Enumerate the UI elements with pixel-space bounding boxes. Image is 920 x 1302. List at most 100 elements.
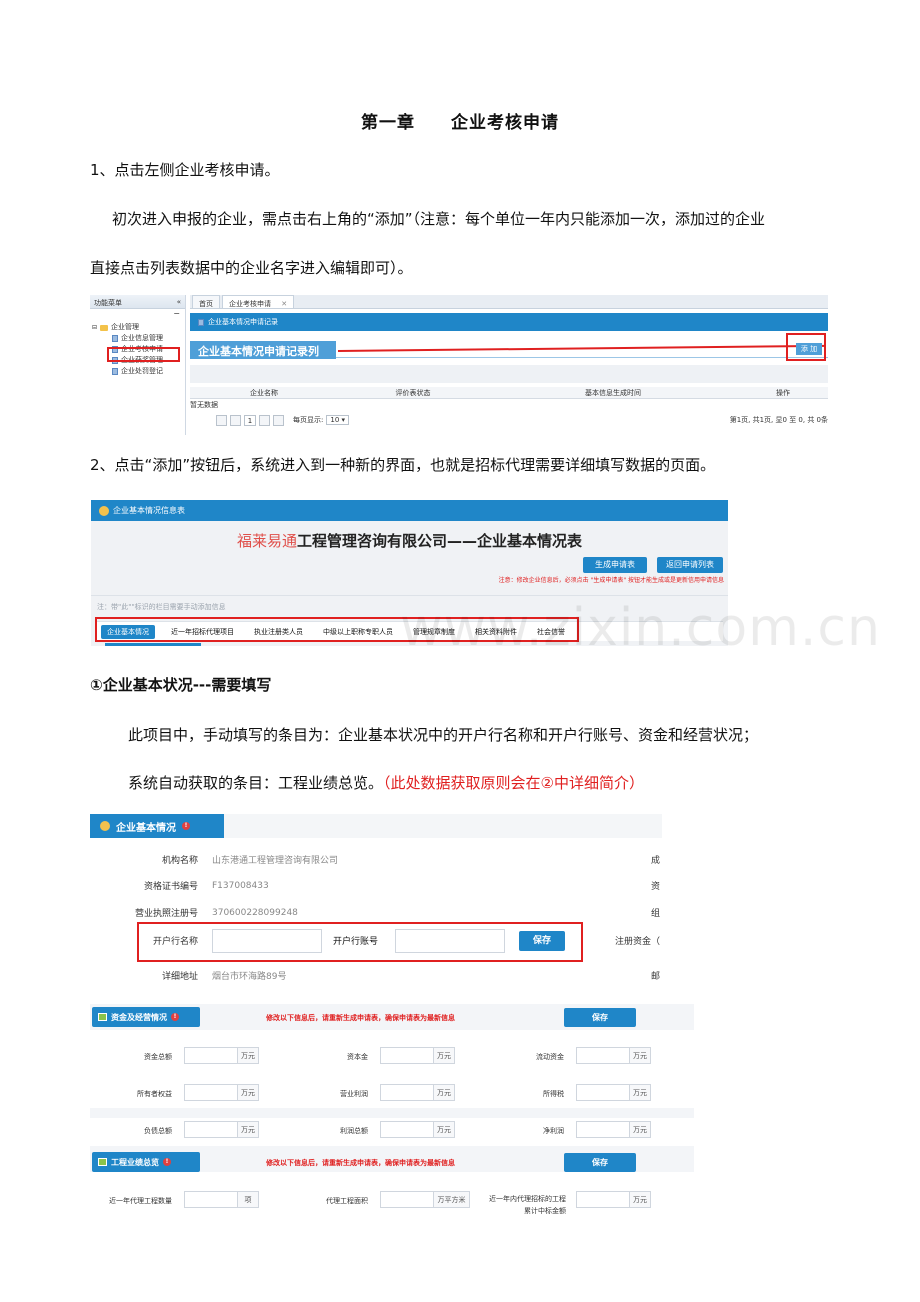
- empty-message: 暂无数据: [190, 401, 218, 409]
- page-input[interactable]: 1: [244, 414, 256, 426]
- performance-warning: 修改以下信息后，请重新生成申请表，确保申请表为最新信息: [266, 1159, 455, 1167]
- input-income-tax[interactable]: [576, 1084, 630, 1101]
- close-icon[interactable]: ✕: [281, 300, 287, 308]
- step-1-text: 1、点击左侧企业考核申请。: [90, 161, 280, 179]
- minus-icon[interactable]: −: [90, 309, 185, 318]
- column-generated-time: 基本信息生成时间: [585, 389, 641, 397]
- unit-working-capital: 万元: [630, 1047, 651, 1064]
- screenshot-basic-info: 企业基本情况! 机构名称 山东港通工程管理咨询有限公司 成 资格证书编号 F13…: [90, 814, 662, 994]
- list-title: 企业基本情况申请记录列表: [190, 341, 336, 374]
- input-capital[interactable]: [380, 1047, 434, 1064]
- tree-node-enterprise-management[interactable]: ⊟ 企业管理: [92, 322, 183, 333]
- chapter-heading: 第一章 企业考核申请: [0, 108, 920, 133]
- chapter-title: 企业考核申请: [451, 113, 559, 133]
- arrow-to-add-button: [337, 344, 826, 352]
- label-project-area: 代理工程面积: [326, 1197, 368, 1205]
- divider-line: [336, 357, 828, 358]
- label-owner-equity: 所有者权益: [137, 1090, 172, 1098]
- unit-winning-amount: 万元: [630, 1191, 651, 1208]
- generate-application-button[interactable]: 生成申请表: [583, 557, 647, 573]
- back-to-list-button[interactable]: 返回申请列表: [657, 557, 723, 573]
- last-page-button[interactable]: [273, 414, 284, 426]
- notice-text: 注意：修改企业信息后，必须点击 "生成申请表" 按钮才能生成或是更新信用申请信息: [498, 577, 724, 584]
- unit-net-profit: 万元: [630, 1121, 651, 1138]
- prev-page-button[interactable]: [230, 414, 241, 426]
- input-total-funds[interactable]: [184, 1047, 238, 1064]
- row-separator: [90, 1108, 694, 1118]
- input-net-profit[interactable]: [576, 1121, 630, 1138]
- row-org-name: 机构名称 山东港通工程管理咨询有限公司 成: [161, 856, 660, 866]
- paragraph-1-line-2: 直接点击列表数据中的企业名字进入编辑即可）。: [90, 259, 413, 277]
- hint-text: 注：带"此""标识的栏目需要手动添加信息: [97, 603, 226, 611]
- required-badge-icon: !: [171, 1013, 179, 1021]
- user-icon: [100, 821, 110, 831]
- first-page-button[interactable]: [216, 414, 227, 426]
- per-page-select[interactable]: 10 ▾: [326, 415, 350, 425]
- row-cert-number: 资格证书编号 F137008433 资: [143, 880, 660, 893]
- finance-warning: 修改以下信息后，请重新生成申请表，确保申请表为最新信息: [266, 1014, 455, 1022]
- input-project-area: [380, 1191, 434, 1208]
- step-2-text: 2、点击“添加”按钮后，系统进入到一种新的界面，也就是招标代理需要详细填写数据的…: [90, 456, 716, 474]
- form-header-bar: 企业基本情况信息表: [91, 500, 728, 521]
- unit-total-liabilities: 万元: [238, 1121, 259, 1138]
- label-working-capital: 流动资金: [536, 1053, 564, 1061]
- function-menu-title: 功能菜单: [94, 299, 122, 307]
- required-badge-icon: !: [163, 1158, 171, 1166]
- registered-capital-label: 注册资金（: [614, 937, 660, 947]
- input-project-count: [184, 1191, 238, 1208]
- function-menu-header: 功能菜单 «: [90, 295, 185, 309]
- toolbar-area: [190, 365, 828, 383]
- screenshot-finance-performance: 资金及经营情况! 修改以下信息后，请重新生成申请表，确保申请表为最新信息 保存 …: [90, 1004, 694, 1229]
- book-icon: [98, 1158, 107, 1166]
- collapse-icon[interactable]: «: [177, 298, 181, 306]
- section-1-title: ①企业基本状况---需要填写: [90, 676, 272, 694]
- paragraph-3: 系统自动获取的条目：工程业绩总览。（此处数据获取原则会在②中详细简介）: [128, 774, 644, 792]
- table-header: 企业名称 评价表状态 基本信息生成时间 操作: [190, 387, 828, 399]
- unit-owner-equity: 万元: [238, 1084, 259, 1101]
- unit-income-tax: 万元: [630, 1084, 651, 1101]
- tab-assessment[interactable]: 企业考核申请 ✕: [222, 295, 295, 308]
- divider: [91, 595, 728, 596]
- column-actions: 操作: [776, 389, 790, 397]
- document-icon: [198, 318, 204, 326]
- input-total-profit[interactable]: [380, 1121, 434, 1138]
- label-total-funds: 资金总额: [144, 1053, 172, 1061]
- finance-tab: 资金及经营情况!: [92, 1007, 200, 1027]
- panel-title-bar: 企业基本情况申请记录: [190, 313, 828, 331]
- finance-save-button[interactable]: 保存: [564, 1008, 636, 1027]
- highlight-box-bank: [137, 922, 583, 962]
- unit-total-funds: 万元: [238, 1047, 259, 1064]
- label-total-liabilities: 负债总额: [144, 1127, 172, 1135]
- label-income-tax: 所得税: [543, 1090, 564, 1098]
- input-total-liabilities[interactable]: [184, 1121, 238, 1138]
- user-icon: [99, 505, 109, 516]
- unit-project-area: 万平方米: [434, 1191, 470, 1208]
- input-working-capital[interactable]: [576, 1047, 630, 1064]
- per-page-label: 每页显示:: [293, 416, 324, 424]
- pagination: 1 每页显示: 10 ▾ 第1页, 共1页, 显0 至 0, 共 0条: [216, 413, 828, 427]
- unit-capital: 万元: [434, 1047, 455, 1064]
- column-status: 评价表状态: [395, 389, 431, 397]
- book-icon: [98, 1013, 107, 1021]
- next-page-button[interactable]: [259, 414, 270, 426]
- required-badge-icon: !: [182, 822, 190, 830]
- chapter-number: 第一章: [361, 113, 415, 133]
- input-operating-profit[interactable]: [380, 1084, 434, 1101]
- unit-project-count: 项: [238, 1191, 259, 1208]
- paragraph-1-line-1: 初次进入申报的企业，需点击右上角的“添加”（注意：每个单位一年内只能添加一次，添…: [112, 210, 766, 228]
- function-menu: 功能菜单 « − ⊟ 企业管理 企业信息管理 企业考核申请 企业获奖管理 企业处罚…: [90, 295, 186, 435]
- active-tab-indicator: [105, 643, 201, 646]
- input-owner-equity[interactable]: [184, 1084, 238, 1101]
- document-icon: [112, 368, 118, 375]
- row-address: 详细地址 烟台市环海路89号 邮: [161, 972, 660, 982]
- highlight-box-menu: [107, 347, 180, 362]
- label-total-profit: 利润总额: [340, 1127, 368, 1135]
- performance-save-button[interactable]: 保存: [564, 1153, 636, 1172]
- tab-home[interactable]: 首页: [192, 295, 220, 308]
- paragraph-2: 此项目中，手动填写的条目为：企业基本状况中的开户行名称和开户行账号、资金和经营状…: [128, 726, 759, 744]
- screenshot-application-list: 功能菜单 « − ⊟ 企业管理 企业信息管理 企业考核申请 企业获奖管理 企业处罚…: [90, 295, 828, 435]
- tree-item-info[interactable]: 企业信息管理: [92, 333, 183, 344]
- tree-item-penalty[interactable]: 企业处罚登记: [92, 366, 183, 377]
- performance-tab: 工程业绩总览!: [92, 1152, 200, 1172]
- label-capital: 资本金: [347, 1053, 368, 1061]
